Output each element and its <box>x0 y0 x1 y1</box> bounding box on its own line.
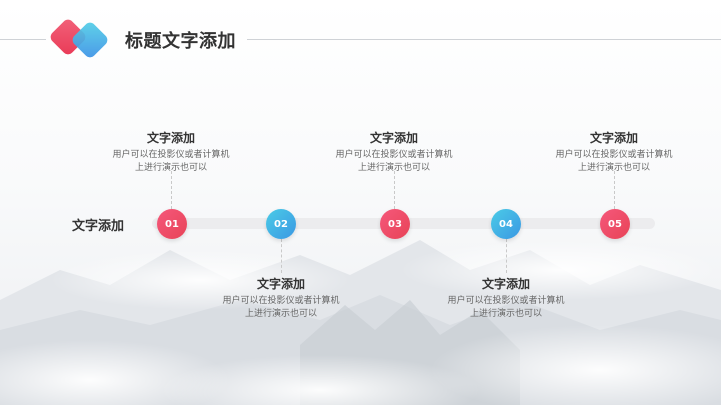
header-rule-left <box>0 39 46 40</box>
timeline-node-03: 03 <box>380 209 410 239</box>
text-block-line: 用户可以在投影仪或者计算机 <box>447 296 565 306</box>
text-block-heading: 文字添加 <box>369 131 418 145</box>
timeline-node-04: 04 <box>491 209 521 239</box>
text-block-line: 上进行演示也可以 <box>357 163 430 173</box>
text-block-heading: 文字添加 <box>481 277 530 291</box>
page-title: 标题文字添加 <box>125 31 236 52</box>
timeline-row-label: 文字添加 <box>72 219 125 234</box>
timeline-node-01: 01 <box>157 209 187 239</box>
text-block-line: 用户可以在投影仪或者计算机 <box>555 150 673 160</box>
text-block: 文字添加 用户可以在投影仪或者计算机 上进行演示也可以 <box>544 129 684 175</box>
text-block-heading: 文字添加 <box>146 131 195 145</box>
text-block-line: 上进行演示也可以 <box>134 163 207 173</box>
timeline-node-05: 05 <box>600 209 630 239</box>
text-block: 文字添加 用户可以在投影仪或者计算机 上进行演示也可以 <box>211 275 351 321</box>
header-rule-right <box>247 39 721 40</box>
text-block-line: 上进行演示也可以 <box>469 309 542 319</box>
connector-line <box>281 239 282 273</box>
connector-line <box>614 171 615 209</box>
timeline-node-02: 02 <box>266 209 296 239</box>
diamond-logo-icon <box>50 19 108 58</box>
text-block-heading: 文字添加 <box>589 131 638 145</box>
text-block-line: 用户可以在投影仪或者计算机 <box>112 150 230 160</box>
slide: 标题文字添加 文字添加 文字添加 用户可以在投影仪或者计算机 上进行演示也可以 … <box>0 0 721 405</box>
connector-line <box>171 171 172 209</box>
text-block: 文字添加 用户可以在投影仪或者计算机 上进行演示也可以 <box>101 129 241 175</box>
text-block-line: 用户可以在投影仪或者计算机 <box>335 150 453 160</box>
text-block-line: 上进行演示也可以 <box>244 309 317 319</box>
text-block: 文字添加 用户可以在投影仪或者计算机 上进行演示也可以 <box>436 275 576 321</box>
connector-line <box>506 239 507 273</box>
text-block-heading: 文字添加 <box>256 277 305 291</box>
text-block: 文字添加 用户可以在投影仪或者计算机 上进行演示也可以 <box>324 129 464 175</box>
text-block-line: 用户可以在投影仪或者计算机 <box>222 296 340 306</box>
connector-line <box>394 171 395 209</box>
text-block-line: 上进行演示也可以 <box>577 163 650 173</box>
